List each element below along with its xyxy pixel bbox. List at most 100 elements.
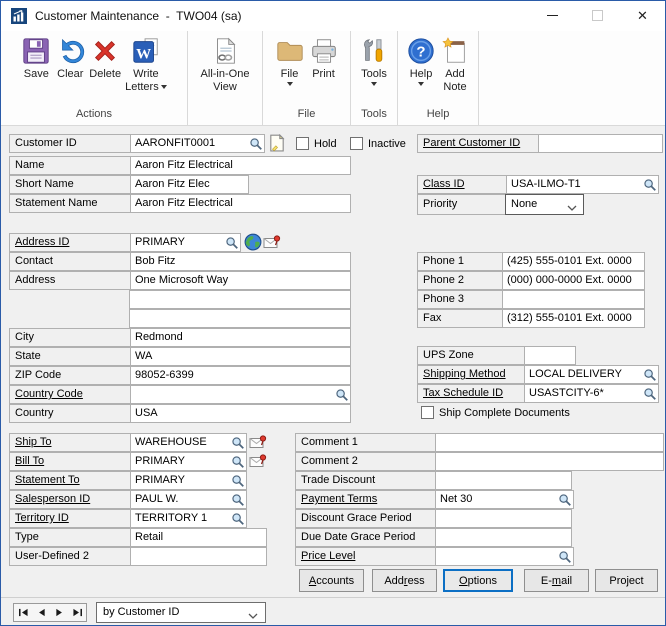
ship-to-field[interactable]: WAREHOUSE <box>130 434 246 451</box>
city-field[interactable]: Redmond <box>130 329 350 346</box>
tax-schedule-field[interactable]: USASTCITY-6* <box>524 385 658 402</box>
lookup-icon[interactable] <box>231 493 245 507</box>
ups-zone-field[interactable] <box>524 347 575 364</box>
price-level-row: Price Level <box>295 547 574 566</box>
trade-discount-field[interactable] <box>435 472 571 489</box>
country-field[interactable]: USA <box>130 405 350 422</box>
address-id-link[interactable]: Address ID <box>15 236 69 248</box>
dropdown-arrow-icon <box>161 85 167 89</box>
territory-id-link[interactable]: Territory ID <box>15 512 69 524</box>
payment-terms-link[interactable]: Payment Terms <box>301 493 377 505</box>
inactive-checkbox[interactable] <box>350 137 363 150</box>
add-note-button[interactable]: Add Note <box>438 35 472 94</box>
contact-field[interactable]: Bob Fitz <box>130 253 350 270</box>
lookup-icon[interactable] <box>643 387 657 401</box>
address-button[interactable]: Address <box>372 569 437 592</box>
price-level-field[interactable] <box>435 548 573 565</box>
address-id-field[interactable]: PRIMARY <box>130 234 240 251</box>
due-date-grace-field[interactable] <box>435 529 571 546</box>
address-line3-field[interactable] <box>129 309 351 328</box>
lookup-icon[interactable] <box>643 178 657 192</box>
file-button[interactable]: File <box>273 35 307 87</box>
ship-to-link[interactable]: Ship To <box>15 436 52 448</box>
help-button[interactable]: ? Help <box>404 35 438 87</box>
priority-dropdown[interactable]: None <box>505 194 584 215</box>
lookup-icon[interactable] <box>225 236 239 250</box>
payment-terms-field[interactable]: Net 30 <box>435 491 573 508</box>
statement-to-field[interactable]: PRIMARY <box>130 472 246 489</box>
save-button[interactable]: Save <box>19 35 53 82</box>
maximize-button[interactable] <box>575 1 620 30</box>
parent-customer-id-field[interactable] <box>538 135 662 152</box>
previous-record-button[interactable] <box>36 604 47 622</box>
minimize-button[interactable] <box>530 1 575 30</box>
lookup-icon[interactable] <box>335 388 349 402</box>
next-record-button[interactable] <box>54 604 65 622</box>
territory-id-field[interactable]: TERRITORY 1 <box>130 510 246 527</box>
customer-id-field[interactable]: AARONFIT0001 <box>130 135 264 152</box>
zip-code-field[interactable]: 98052-6399 <box>130 367 350 384</box>
internet-address-icon[interactable] <box>249 433 267 451</box>
short-name-field[interactable]: Aaron Fitz Elec <box>130 176 248 193</box>
phone1-field[interactable]: (425) 555-0101 Ext. 0000 <box>502 253 644 270</box>
sort-by-dropdown[interactable]: by Customer ID <box>96 602 266 623</box>
map-globe-icon[interactable] <box>244 233 262 251</box>
parent-customer-id-link[interactable]: Parent Customer ID <box>423 137 520 149</box>
fax-field[interactable]: (312) 555-0101 Ext. 0000 <box>502 310 644 327</box>
ship-complete-checkbox[interactable] <box>421 406 434 419</box>
class-id-field[interactable]: USA-ILMO-T1 <box>506 176 658 193</box>
address-line1-field[interactable]: One Microsoft Way <box>130 272 350 289</box>
address-line2-field[interactable] <box>129 290 351 309</box>
email-button[interactable]: E-mail <box>524 569 589 592</box>
state-field[interactable]: WA <box>130 348 350 365</box>
lookup-icon[interactable] <box>231 474 245 488</box>
lookup-icon[interactable] <box>558 493 572 507</box>
tax-schedule-link[interactable]: Tax Schedule ID <box>423 387 503 399</box>
clear-button[interactable]: Clear <box>53 35 87 82</box>
accounts-button[interactable]: Accounts <box>299 569 364 592</box>
shipping-method-link[interactable]: Shipping Method <box>423 368 506 380</box>
salesperson-id-link[interactable]: Salesperson ID <box>15 493 90 505</box>
print-button[interactable]: Print <box>307 35 341 82</box>
comment2-field[interactable] <box>435 453 663 470</box>
lookup-icon[interactable] <box>558 550 572 564</box>
internet-address-icon[interactable] <box>249 452 267 470</box>
lookup-icon[interactable] <box>231 436 245 450</box>
lookup-icon[interactable] <box>249 137 263 151</box>
lookup-icon[interactable] <box>231 512 245 526</box>
all-in-one-view-button[interactable]: All-in-One View <box>199 35 252 94</box>
country-code-link[interactable]: Country Code <box>15 388 83 400</box>
project-button[interactable]: Project <box>595 569 658 592</box>
shipping-method-field[interactable]: LOCAL DELIVERY <box>524 366 658 383</box>
write-letters-button[interactable]: W Write Letters <box>123 35 169 94</box>
bill-to-link[interactable]: Bill To <box>15 455 44 467</box>
phone1-row: Phone 1 (425) 555-0101 Ext. 0000 <box>417 252 645 271</box>
name-field[interactable]: Aaron Fitz Electrical <box>130 157 350 174</box>
close-button[interactable]: ✕ <box>620 1 665 30</box>
phone3-field[interactable] <box>502 291 644 308</box>
lookup-icon[interactable] <box>643 368 657 382</box>
internet-address-icon[interactable] <box>263 233 281 251</box>
first-record-button[interactable] <box>18 604 29 622</box>
type-field[interactable]: Retail <box>130 529 266 546</box>
options-button[interactable]: Options <box>443 569 513 592</box>
price-level-link[interactable]: Price Level <box>301 550 355 562</box>
phone2-field[interactable]: (000) 000-0000 Ext. 0000 <box>502 272 644 289</box>
country-code-field[interactable] <box>130 386 350 403</box>
tools-button[interactable]: Tools <box>357 35 391 87</box>
delete-button[interactable]: Delete <box>87 35 123 82</box>
salesperson-id-field[interactable]: PAUL W. <box>130 491 246 508</box>
statement-name-field[interactable]: Aaron Fitz Electrical <box>130 195 350 212</box>
comment1-field[interactable] <box>435 434 663 451</box>
statement-to-link[interactable]: Statement To <box>15 474 80 486</box>
class-id-link[interactable]: Class ID <box>423 178 465 190</box>
hold-checkbox[interactable] <box>296 137 309 150</box>
inactive-label: Inactive <box>368 138 406 150</box>
save-label: Save <box>24 68 49 81</box>
last-record-button[interactable] <box>72 604 83 622</box>
note-attach-icon[interactable] <box>268 134 286 152</box>
discount-grace-field[interactable] <box>435 510 571 527</box>
user-defined2-field[interactable] <box>130 548 266 565</box>
lookup-icon[interactable] <box>231 455 245 469</box>
bill-to-field[interactable]: PRIMARY <box>130 453 246 470</box>
